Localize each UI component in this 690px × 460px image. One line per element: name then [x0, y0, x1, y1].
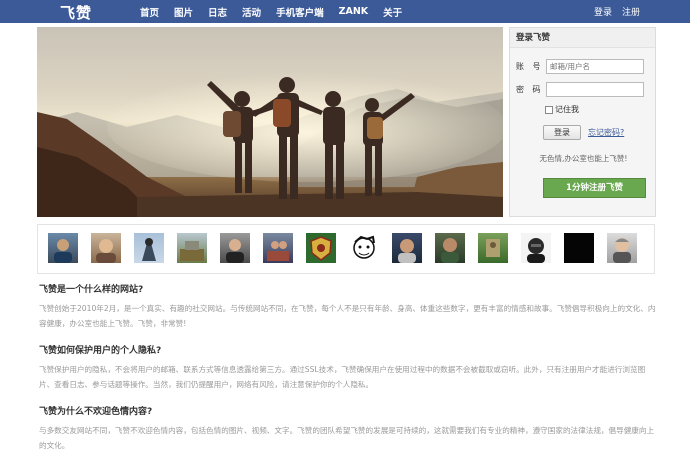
password-label: 密 码 — [516, 85, 544, 94]
avatar[interactable] — [48, 233, 78, 263]
team-badge-icon — [310, 236, 332, 261]
top-register-link[interactable]: 注册 — [622, 5, 640, 18]
auth-links: 登录 注册 — [584, 0, 640, 23]
login-slogan: 无色情,办公室也能上飞赞! — [539, 154, 628, 163]
nav-blog[interactable]: 日志 — [208, 5, 227, 19]
avatar[interactable] — [478, 233, 508, 263]
account-label: 账 号 — [516, 62, 544, 71]
login-panel-title: 登录飞赞 — [510, 28, 655, 48]
nav-about[interactable]: 关于 — [383, 5, 402, 19]
avatar[interactable] — [263, 233, 293, 263]
avatar-photo-icon — [267, 241, 289, 261]
remember-me[interactable]: 记住我 — [545, 104, 579, 115]
top-login-link[interactable]: 登录 — [594, 5, 612, 18]
faq-section: 飞赞是一个什么样的网站? 飞赞创始于2010年2月，是一个真实、有趣的社交网站。… — [39, 282, 659, 453]
faq-answer: 飞赞保护用户的隐私，不会将用户的邮箱、联系方式等信息透露给第三方。通过SSL技术… — [39, 365, 646, 389]
avatar-photo-icon — [96, 239, 116, 263]
avatar-photo-icon — [180, 241, 204, 261]
avatar-photo-icon — [613, 238, 631, 263]
faq-answer: 与多数交友网站不同，飞赞不欢迎色情内容，包括色情的图片、视频、文字。飞赞的团队希… — [39, 426, 655, 450]
register-button[interactable]: 1分钟注册飞赞 — [543, 178, 646, 198]
avatar[interactable] — [220, 233, 250, 263]
avatar-photo-icon — [527, 238, 545, 263]
password-row: 密 码 — [516, 82, 644, 97]
avatar[interactable] — [306, 233, 336, 263]
avatar-photo-icon — [54, 239, 72, 263]
cartoon-face-icon — [353, 235, 375, 259]
faq-question: 飞赞如何保护用户的个人隐私? — [39, 346, 162, 356]
remember-label: 记住我 — [555, 105, 579, 114]
site-logo[interactable]: 飞赞 — [60, 2, 93, 22]
account-row: 账 号 — [516, 59, 644, 74]
avatar-photo-icon — [441, 238, 459, 263]
avatar[interactable] — [607, 233, 637, 263]
faq-item: 飞赞为什么不欢迎色情内容? 与多数交友网站不同，飞赞不欢迎色情内容，包括色情的图… — [39, 404, 659, 453]
password-input[interactable] — [546, 82, 644, 97]
avatar[interactable] — [177, 233, 207, 263]
avatar[interactable] — [435, 233, 465, 263]
hero-banner-image — [37, 27, 503, 217]
avatar-photo-icon — [226, 239, 244, 263]
avatar-photo-icon — [564, 233, 594, 263]
avatar[interactable] — [521, 233, 551, 263]
nav-home[interactable]: 首页 — [140, 5, 159, 19]
login-button[interactable]: 登录 — [543, 125, 581, 140]
top-navbar: 飞赞 首页 图片 日志 活动 手机客户端 ZANK 关于 登录 注册 — [0, 0, 690, 23]
main-nav: 首页 图片 日志 活动 手机客户端 ZANK 关于 — [140, 0, 417, 23]
avatar[interactable] — [134, 233, 164, 263]
avatar[interactable] — [91, 233, 121, 263]
hero-illustration — [37, 72, 503, 217]
avatar[interactable] — [349, 233, 379, 263]
faq-question: 飞赞为什么不欢迎色情内容? — [39, 407, 153, 417]
avatar[interactable] — [392, 233, 422, 263]
avatar-photo-icon — [142, 238, 156, 261]
faq-item: 飞赞是一个什么样的网站? 飞赞创始于2010年2月，是一个真实、有趣的社交网站。… — [39, 282, 659, 331]
avatar-photo-icon — [398, 239, 416, 263]
faq-item: 飞赞如何保护用户的个人隐私? 飞赞保护用户的隐私，不会将用户的邮箱、联系方式等信… — [39, 343, 659, 392]
nav-mobile-client[interactable]: 手机客户端 — [276, 5, 324, 19]
avatar[interactable] — [564, 233, 594, 263]
faq-answer: 飞赞创始于2010年2月，是一个真实、有趣的社交网站。与传统网站不同，在飞赞，每… — [39, 304, 656, 328]
login-panel: 登录飞赞 账 号 密 码 记住我 登录 忘记密码? 无色情,办公室也能上飞赞! … — [509, 27, 656, 217]
logo-text: 飞赞 — [60, 4, 93, 22]
member-avatar-strip — [37, 224, 655, 274]
avatar-photo-icon — [486, 239, 500, 257]
nav-zank[interactable]: ZANK — [339, 6, 369, 17]
remember-checkbox[interactable] — [545, 105, 553, 114]
nav-photos[interactable]: 图片 — [174, 5, 193, 19]
nav-events[interactable]: 活动 — [242, 5, 261, 19]
faq-question: 飞赞是一个什么样的网站? — [39, 285, 144, 295]
forgot-password-link[interactable]: 忘记密码? — [588, 127, 624, 138]
account-input[interactable] — [546, 59, 644, 74]
